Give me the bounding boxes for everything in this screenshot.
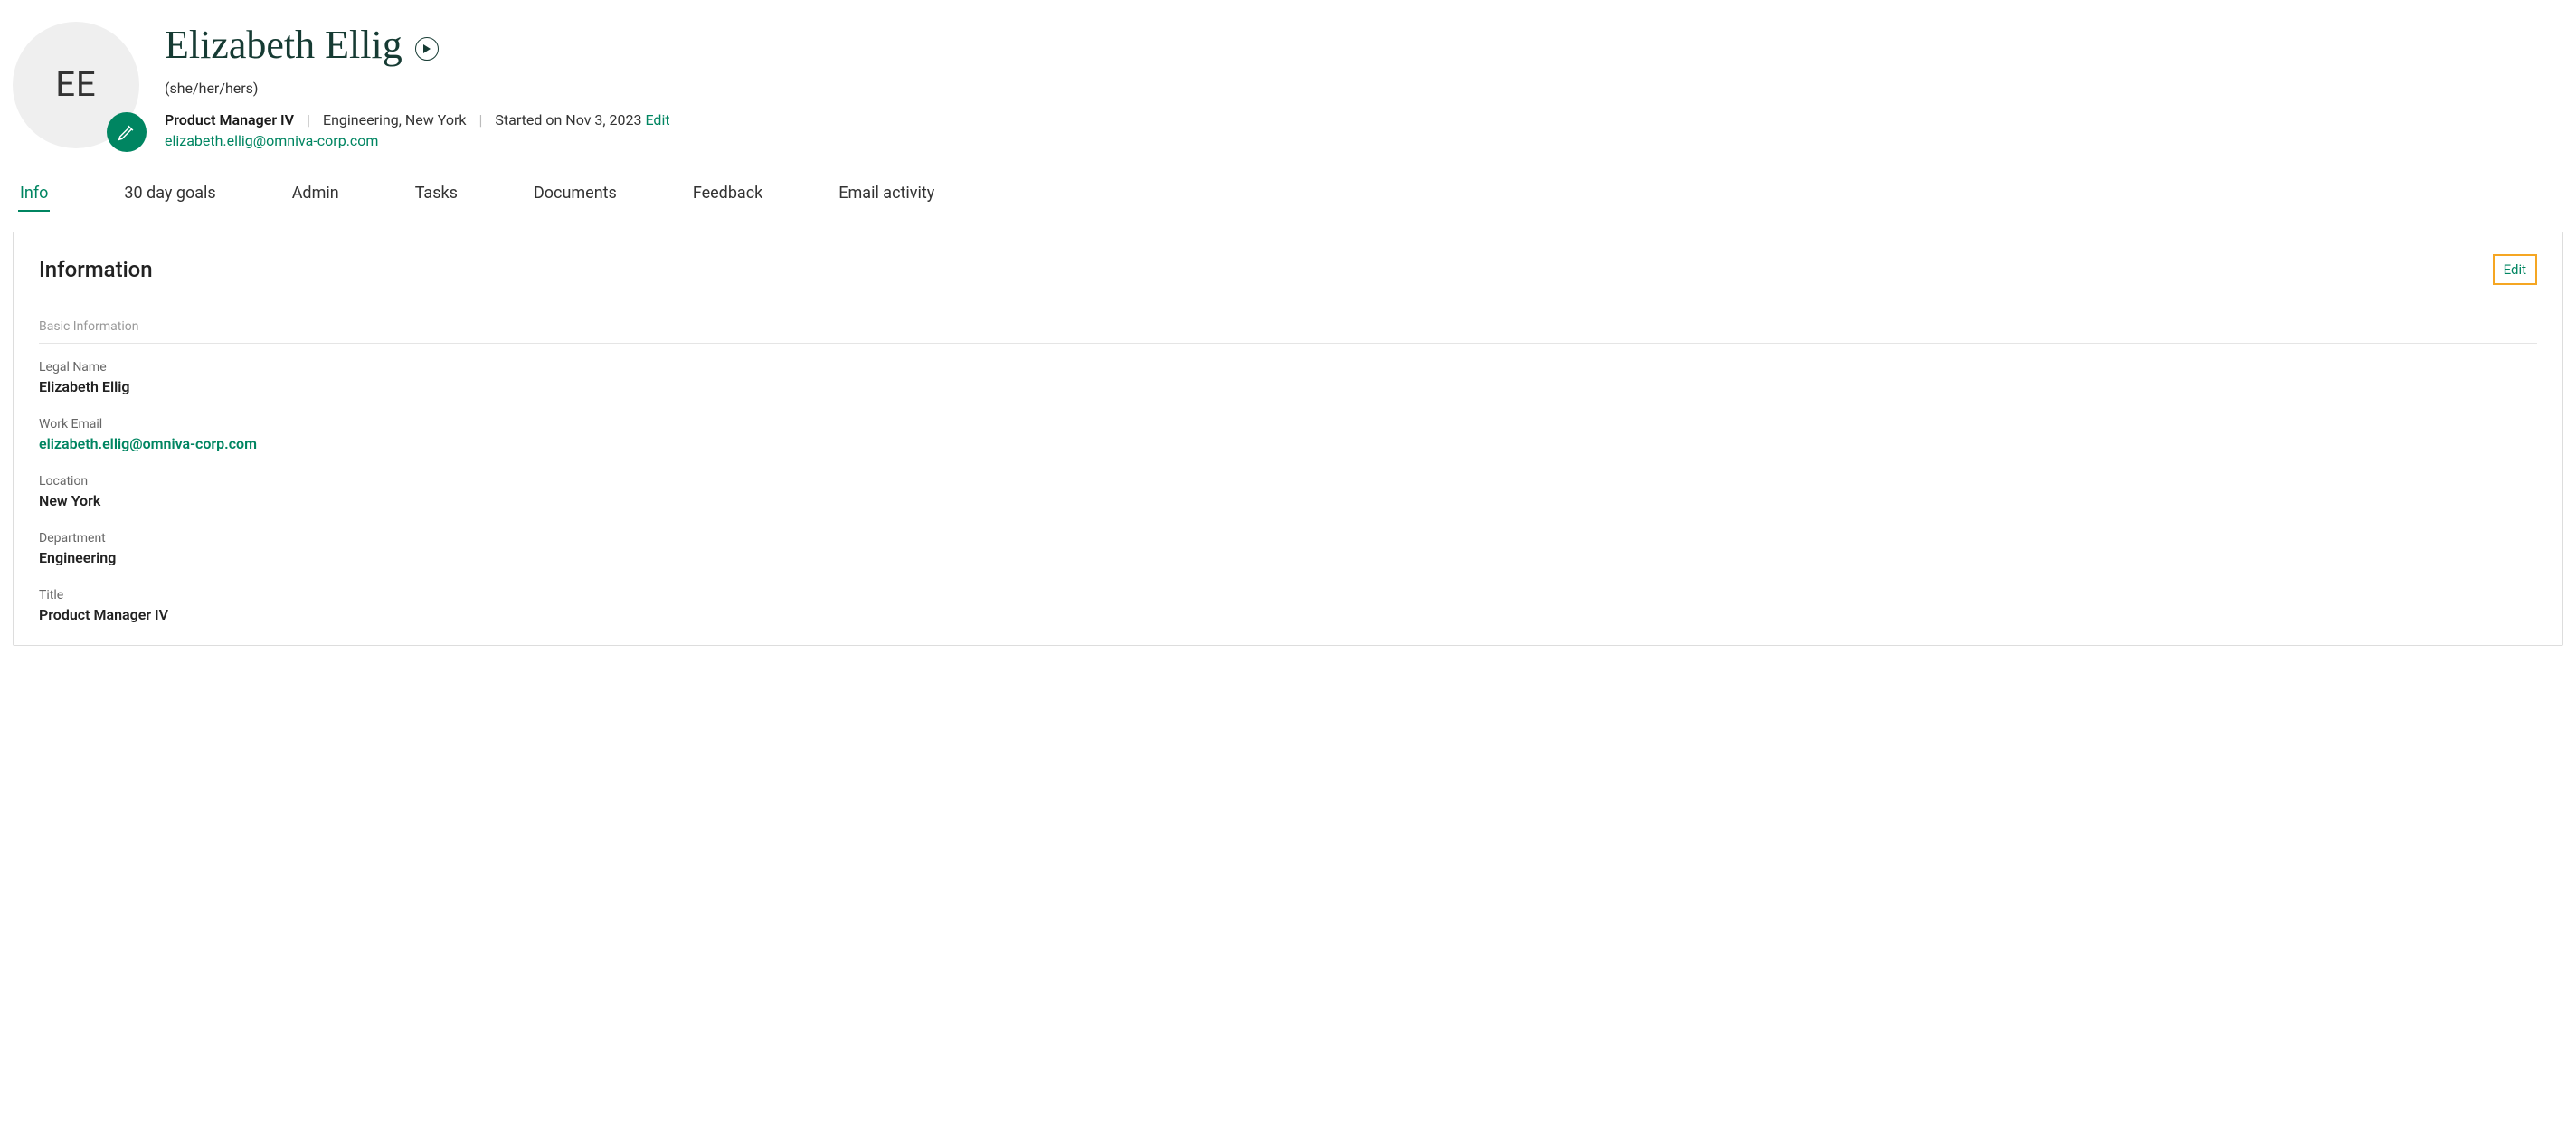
tab-admin[interactable]: Admin bbox=[290, 176, 341, 212]
field-label: Work Email bbox=[39, 417, 2537, 432]
job-title: Product Manager IV bbox=[165, 111, 294, 128]
field-title: Title Product Manager IV bbox=[39, 588, 2537, 623]
edit-information-button[interactable]: Edit bbox=[2493, 254, 2537, 285]
header-email-link[interactable]: elizabeth.ellig@omniva-corp.com bbox=[165, 132, 670, 149]
field-legal-name: Legal Name Elizabeth Ellig bbox=[39, 360, 2537, 395]
department-location: Engineering, New York bbox=[323, 111, 467, 128]
start-date: Started on Nov 3, 2023 bbox=[495, 111, 641, 128]
person-name: Elizabeth Ellig bbox=[165, 24, 402, 67]
tab-goals[interactable]: 30 day goals bbox=[122, 176, 217, 212]
tab-email-activity[interactable]: Email activity bbox=[837, 176, 936, 212]
avatar-edit-button[interactable] bbox=[107, 112, 147, 152]
field-location: Location New York bbox=[39, 474, 2537, 509]
avatar-container: EE bbox=[13, 22, 139, 148]
tabs: Info 30 day goals Admin Tasks Documents … bbox=[13, 176, 2563, 212]
panel-header: Information Edit bbox=[39, 254, 2537, 285]
separator: | bbox=[478, 111, 482, 128]
field-label: Department bbox=[39, 531, 2537, 546]
field-department: Department Engineering bbox=[39, 531, 2537, 566]
play-name-button[interactable] bbox=[415, 37, 439, 61]
field-label: Location bbox=[39, 474, 2537, 489]
field-label: Title bbox=[39, 588, 2537, 602]
separator: | bbox=[307, 111, 310, 128]
field-value: New York bbox=[39, 492, 2537, 509]
play-icon bbox=[422, 44, 431, 53]
tab-info[interactable]: Info bbox=[18, 176, 50, 212]
field-work-email: Work Email elizabeth.ellig@omniva-corp.c… bbox=[39, 417, 2537, 452]
profile-info: Elizabeth Ellig (she/her/hers) Product M… bbox=[165, 22, 670, 149]
field-value: Engineering bbox=[39, 549, 2537, 566]
field-value: Elizabeth Ellig bbox=[39, 378, 2537, 395]
meta-row: Product Manager IV | Engineering, New Yo… bbox=[165, 111, 670, 128]
field-label: Legal Name bbox=[39, 360, 2537, 375]
profile-header: EE Elizabeth Ellig (she/her/hers) Produc… bbox=[13, 22, 2563, 149]
avatar-initials: EE bbox=[55, 65, 96, 105]
edit-start-date-link[interactable]: Edit bbox=[645, 111, 669, 128]
tab-documents[interactable]: Documents bbox=[532, 176, 619, 212]
panel-title: Information bbox=[39, 257, 153, 282]
tab-feedback[interactable]: Feedback bbox=[691, 176, 764, 212]
work-email-link[interactable]: elizabeth.ellig@omniva-corp.com bbox=[39, 435, 2537, 452]
pencil-icon bbox=[117, 122, 137, 142]
tab-tasks[interactable]: Tasks bbox=[413, 176, 459, 212]
name-row: Elizabeth Ellig bbox=[165, 24, 670, 67]
pronouns: (she/her/hers) bbox=[165, 80, 670, 97]
field-value: Product Manager IV bbox=[39, 606, 2537, 623]
section-basic-information: Basic Information bbox=[39, 319, 2537, 344]
start-date-group: Started on Nov 3, 2023 Edit bbox=[495, 111, 669, 128]
information-panel: Information Edit Basic Information Legal… bbox=[13, 232, 2563, 646]
